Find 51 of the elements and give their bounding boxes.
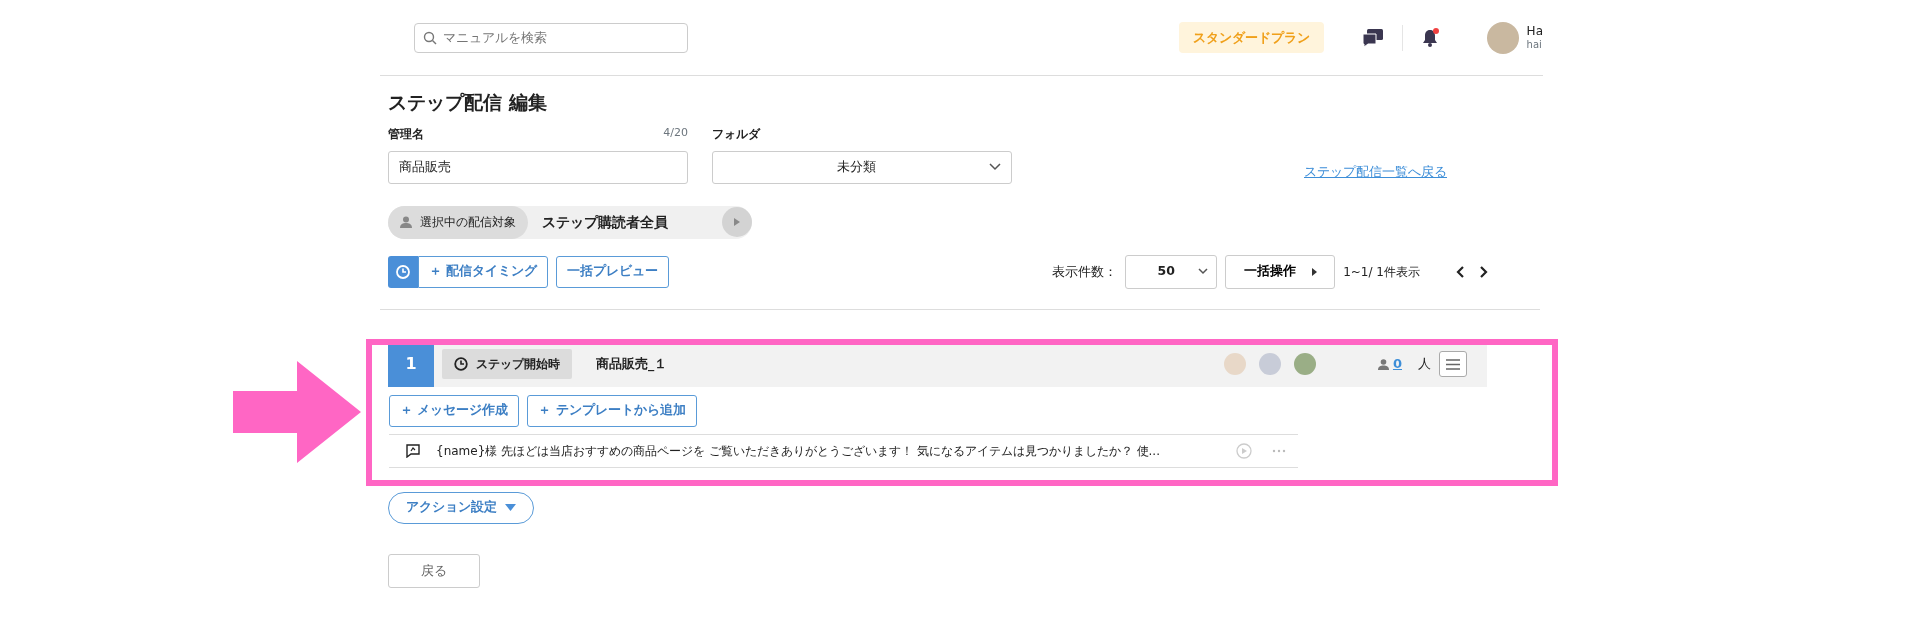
chevron-down-icon (1198, 268, 1209, 275)
bulk-action-button[interactable]: 一括操作 (1225, 254, 1336, 289)
account-avatar-icon (1223, 353, 1246, 375)
account-avatar-icon (1258, 353, 1281, 375)
step-name: 商品販売_１ (596, 354, 668, 374)
page-range: 1~1/ 1件表示 (1343, 263, 1420, 281)
caret-down-icon (505, 504, 516, 511)
next-button[interactable] (722, 207, 752, 237)
back-button[interactable]: 戻る (388, 553, 480, 588)
per-page-select[interactable]: 50 (1125, 254, 1218, 289)
play-circle-icon (1236, 442, 1252, 459)
chevron-down-icon (989, 163, 1001, 171)
play-icon (734, 218, 740, 226)
next-page-icon (1480, 265, 1488, 278)
avatar-icon[interactable] (1486, 21, 1519, 54)
person-icon (1377, 358, 1389, 370)
name-input[interactable]: 商品販売 (388, 150, 688, 184)
menu-button[interactable] (1439, 351, 1467, 377)
target-value: ステップ購読者全員 (542, 212, 669, 232)
clock-button[interactable] (388, 255, 418, 288)
preview-button[interactable]: 一括プレビュー (556, 255, 670, 288)
trigger-chip[interactable]: ステップ開始時 (442, 349, 572, 379)
add-timing-button[interactable]: ＋ 配信タイミング (418, 255, 549, 288)
character-counter: 4/20 (663, 125, 688, 142)
create-message-button[interactable]: ＋ メッセージ作成 (389, 394, 520, 427)
user-subtext: hai (1526, 38, 1543, 50)
search-field[interactable]: マニュアルを検索 (414, 22, 688, 53)
field-label: フォルダ (712, 125, 760, 143)
message-icon (406, 443, 420, 458)
account-avatar-icon (1293, 353, 1316, 375)
page-title: ステップ配信 編集 (388, 90, 548, 115)
add-from-template-button[interactable]: ＋ テンプレートから追加 (527, 394, 697, 427)
more-icon (1272, 448, 1286, 453)
per-page-label: 表示件数： (1052, 262, 1118, 281)
caret-right-icon (1311, 267, 1317, 276)
action-settings-button[interactable]: アクション設定 (388, 491, 534, 524)
target-label: 選択中の配信対象 (388, 205, 528, 239)
clock-icon (396, 264, 410, 279)
count-unit: 人 (1418, 355, 1431, 374)
clock-icon (454, 357, 468, 371)
message-row[interactable]: {name}様 先ほどは当店おすすめの商品ページを ご覧いただきありがとうございます！ 気になるアイテムは見つかりましたか？ 使... (389, 433, 1298, 468)
chat-icon (1361, 27, 1384, 48)
previous-page-icon (1456, 265, 1464, 278)
message-preview: {name}様 先ほどは当店おすすめの商品ページを ご覧いただきありがとうございます！ 気になるアイテムは見つかりましたか？ 使... (436, 442, 1160, 460)
field-label: 管理名 (388, 125, 424, 143)
menu-icon (1446, 358, 1460, 370)
user-name: Ha (1526, 25, 1543, 39)
person-icon (400, 216, 412, 228)
back-to-list-link[interactable]: ステップ配信一覧へ戻る (1304, 162, 1447, 182)
folder-select[interactable]: 未分類 (712, 150, 1012, 184)
plan-badge: スタンダードプラン (1178, 21, 1324, 54)
